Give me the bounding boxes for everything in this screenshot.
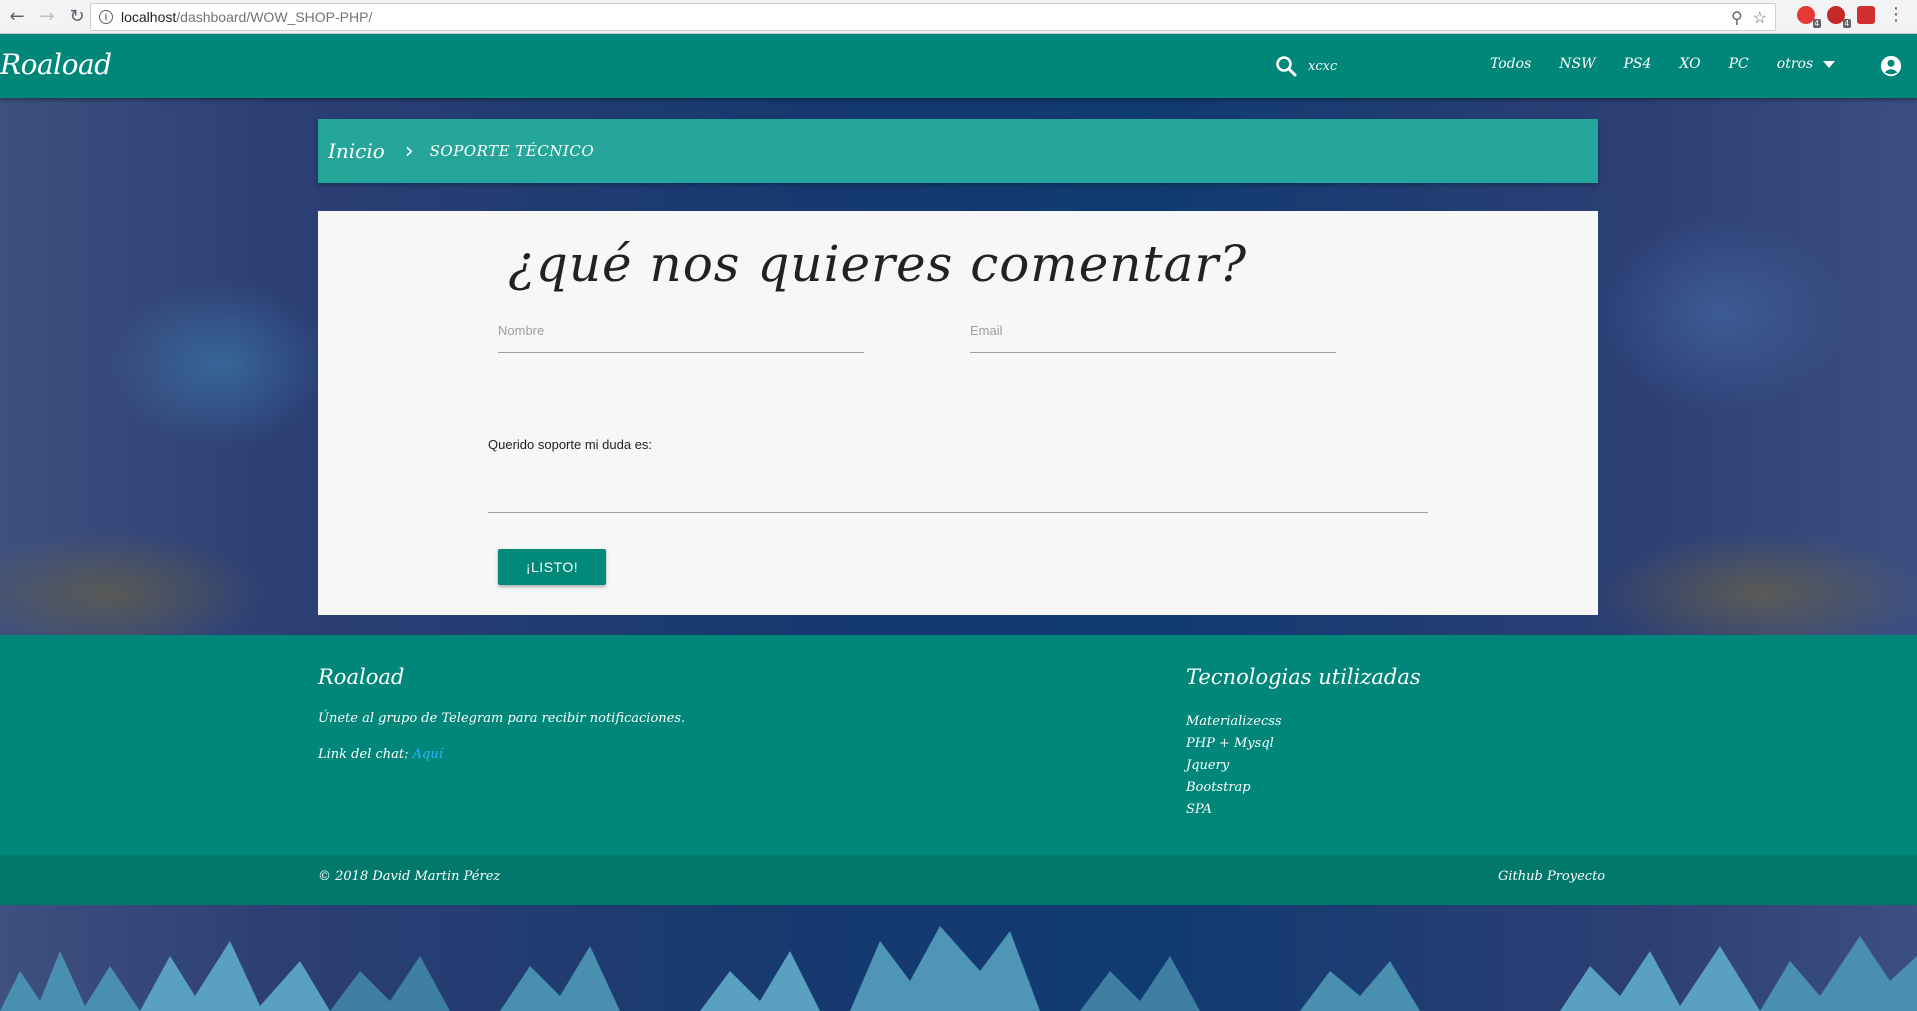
breadcrumb-current: SOPORTE TÉCNICO [429, 142, 595, 160]
back-icon[interactable]: ← [4, 4, 30, 30]
search-input[interactable]: xcxc [1308, 59, 1337, 74]
name-input[interactable] [498, 315, 864, 345]
extension-badge: 4 [1812, 19, 1821, 28]
footer: Roaload Únete al grupo de Telegram para … [0, 635, 1917, 855]
key-icon[interactable]: ⚲ [1731, 8, 1743, 28]
platform-menu: Todos NSW PS4 XO PC otros [1490, 56, 1836, 72]
copyright-text: © 2018 David Martin Pérez [318, 869, 501, 884]
support-form-card: ¿qué nos quieres comentar? Nombre Email … [318, 211, 1598, 615]
email-field[interactable]: Email [970, 307, 1336, 353]
tech-item: Jquery [1186, 758, 1230, 773]
tech-item: PHP + Mysql [1186, 736, 1274, 751]
name-field[interactable]: Nombre [498, 307, 864, 353]
extension-icon[interactable] [1857, 6, 1875, 24]
footer-bottom-bar: © 2018 David Martin Pérez Github Proyect… [0, 855, 1917, 905]
chevron-down-icon [1823, 60, 1836, 68]
browser-toolbar: ← → ↻ i localhost/dashboard/WOW_SHOP-PHP… [0, 0, 1917, 34]
top-navbar: Roaload xcxc Todos NSW PS4 XO PC otros [0, 34, 1917, 98]
github-link[interactable]: Github Proyecto [1498, 869, 1605, 884]
footer-chat: Link del chat: Aquí [318, 747, 443, 762]
star-icon[interactable]: ☆ [1753, 8, 1767, 28]
reload-icon[interactable]: ↻ [64, 4, 90, 30]
page-title: ¿qué nos quieres comentar? [508, 235, 1248, 293]
nav-dropdown-otros[interactable]: otros [1776, 56, 1836, 72]
nav-link-todos[interactable]: Todos [1490, 56, 1531, 72]
breadcrumb: Inicio › SOPORTE TÉCNICO [318, 119, 1598, 183]
breadcrumb-home[interactable]: Inicio [328, 139, 385, 163]
nav-link-pc[interactable]: PC [1729, 56, 1749, 72]
extension-badge: 4 [1842, 19, 1851, 28]
extension-icon[interactable]: 4 [1797, 6, 1821, 28]
search-icon[interactable] [1274, 54, 1298, 78]
address-bar[interactable]: i localhost/dashboard/WOW_SHOP-PHP/ ⚲ ☆ [90, 3, 1776, 31]
tech-item: Bootstrap [1186, 780, 1251, 795]
tech-list: Materializecss PHP + Mysql Jquery Bootst… [1186, 711, 1282, 821]
search-bar[interactable]: xcxc [1274, 54, 1337, 78]
footer-tech-title: Tecnologias utilizadas [1186, 665, 1421, 689]
info-icon[interactable]: i [99, 10, 113, 24]
nav-link-ps4[interactable]: PS4 [1624, 56, 1652, 72]
chevron-right-icon: › [404, 138, 414, 164]
footer-telegram-text: Únete al grupo de Telegram para recibir … [318, 711, 686, 726]
account-icon[interactable] [1880, 55, 1902, 77]
url-path: /dashboard/WOW_SHOP-PHP/ [176, 9, 373, 25]
nav-link-otros-label: otros [1776, 56, 1814, 72]
forward-icon[interactable]: → [34, 4, 60, 30]
telegram-chat-link[interactable]: Aquí [413, 747, 443, 762]
browser-menu-icon[interactable]: ⋮ [1887, 6, 1905, 24]
question-label: Querido soporte mi duda es: [488, 437, 653, 452]
tech-item: SPA [1186, 802, 1212, 817]
question-textarea[interactable] [488, 501, 1428, 513]
url-host: localhost [121, 9, 177, 25]
crystal-decoration [0, 926, 1917, 1011]
email-input[interactable] [970, 315, 1336, 345]
footer-chat-label: Link del chat: [318, 747, 409, 762]
adblock-icon[interactable]: 4 [1827, 6, 1851, 28]
nav-link-nsw[interactable]: NSW [1559, 56, 1595, 72]
tech-item: Materializecss [1186, 714, 1282, 729]
brand-logo[interactable]: Roaload [0, 48, 112, 81]
submit-button[interactable]: ¡LISTO! [498, 549, 606, 585]
nav-link-xo[interactable]: XO [1679, 56, 1700, 72]
footer-brand: Roaload [318, 665, 405, 689]
